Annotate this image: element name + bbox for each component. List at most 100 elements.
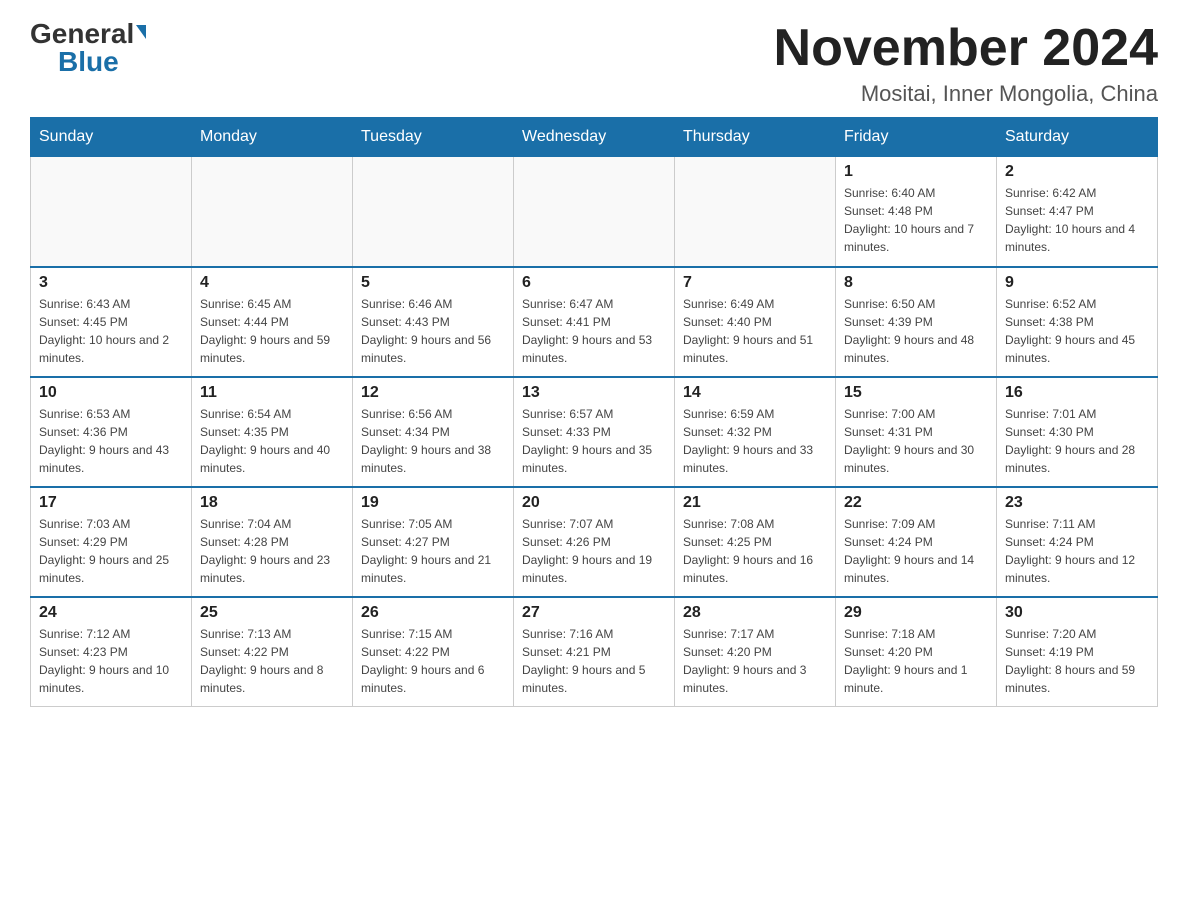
day-info: Sunrise: 6:50 AMSunset: 4:39 PMDaylight:… [844,295,988,367]
calendar-cell: 27 Sunrise: 7:16 AMSunset: 4:21 PMDayligh… [514,597,675,707]
location-title: Mositai, Inner Mongolia, China [774,81,1158,107]
calendar-cell: 28 Sunrise: 7:17 AMSunset: 4:20 PMDayligh… [675,597,836,707]
day-number: 2 [1005,163,1149,181]
day-info: Sunrise: 6:49 AMSunset: 4:40 PMDaylight:… [683,295,827,367]
day-number: 9 [1005,274,1149,292]
calendar-cell [675,157,836,267]
day-info: Sunrise: 7:09 AMSunset: 4:24 PMDaylight:… [844,515,988,587]
calendar-cell: 22Sunrise: 7:09 AMSunset: 4:24 PMDayligh… [836,487,997,597]
calendar-cell [353,157,514,267]
calendar-cell: 21Sunrise: 7:08 AMSunset: 4:25 PMDayligh… [675,487,836,597]
calendar-cell: 3 Sunrise: 6:43 AMSunset: 4:45 PMDaylight… [31,267,192,377]
logo: General Blue [30,20,146,76]
page-header: General Blue November 2024 Mositai, Inne… [30,20,1158,107]
calendar-cell: 2 Sunrise: 6:42 AMSunset: 4:47 PMDaylight… [997,157,1158,267]
day-number: 23 [1005,494,1149,512]
calendar-header-saturday: Saturday [997,118,1158,157]
calendar-cell: 19 Sunrise: 7:05 AMSunset: 4:27 PMDayligh… [353,487,514,597]
day-info: Sunrise: 7:13 AMSunset: 4:22 PMDaylight:… [200,625,344,697]
day-number: 17 [39,494,183,512]
day-number: 15 [844,384,988,402]
calendar-cell: 10 Sunrise: 6:53 AMSunset: 4:36 PMDayligh… [31,377,192,487]
calendar-cell: 6 Sunrise: 6:47 AMSunset: 4:41 PMDaylight… [514,267,675,377]
day-info: Sunrise: 6:43 AMSunset: 4:45 PMDaylight:… [39,295,183,367]
day-number: 6 [522,274,666,292]
calendar-header-thursday: Thursday [675,118,836,157]
day-info: Sunrise: 7:07 AMSunset: 4:26 PMDaylight:… [522,515,666,587]
day-number: 7 [683,274,827,292]
day-info: Sunrise: 6:59 AMSunset: 4:32 PMDaylight:… [683,405,827,477]
day-info: Sunrise: 6:54 AMSunset: 4:35 PMDaylight:… [200,405,344,477]
calendar-cell [514,157,675,267]
calendar-cell: 12Sunrise: 6:56 AMSunset: 4:34 PMDayligh… [353,377,514,487]
day-info: Sunrise: 6:57 AMSunset: 4:33 PMDaylight:… [522,405,666,477]
day-info: Sunrise: 6:47 AMSunset: 4:41 PMDaylight:… [522,295,666,367]
day-number: 11 [200,384,344,402]
calendar-cell: 26 Sunrise: 7:15 AMSunset: 4:22 PMDayligh… [353,597,514,707]
day-number: 12 [361,384,505,402]
day-info: Sunrise: 6:40 AMSunset: 4:48 PMDaylight:… [844,184,988,256]
day-info: Sunrise: 6:46 AMSunset: 4:43 PMDaylight:… [361,295,505,367]
day-number: 30 [1005,604,1149,622]
calendar-header-wednesday: Wednesday [514,118,675,157]
logo-general: General [30,20,134,48]
day-info: Sunrise: 6:42 AMSunset: 4:47 PMDaylight:… [1005,184,1149,256]
calendar-cell: 5 Sunrise: 6:46 AMSunset: 4:43 PMDaylight… [353,267,514,377]
title-section: November 2024 Mositai, Inner Mongolia, C… [774,20,1158,107]
calendar-cell: 4 Sunrise: 6:45 AMSunset: 4:44 PMDaylight… [192,267,353,377]
month-title: November 2024 [774,20,1158,77]
calendar-cell: 15 Sunrise: 7:00 AMSunset: 4:31 PMDayligh… [836,377,997,487]
day-number: 27 [522,604,666,622]
calendar-week-row: 17 Sunrise: 7:03 AMSunset: 4:29 PMDayligh… [31,487,1158,597]
day-number: 18 [200,494,344,512]
calendar-week-row: 10 Sunrise: 6:53 AMSunset: 4:36 PMDayligh… [31,377,1158,487]
day-number: 29 [844,604,988,622]
day-number: 4 [200,274,344,292]
day-number: 1 [844,163,988,181]
day-number: 3 [39,274,183,292]
calendar-cell: 23 Sunrise: 7:11 AMSunset: 4:24 PMDayligh… [997,487,1158,597]
day-info: Sunrise: 7:00 AMSunset: 4:31 PMDaylight:… [844,405,988,477]
calendar-header-sunday: Sunday [31,118,192,157]
logo-triangle-icon [136,25,146,39]
calendar-header-friday: Friday [836,118,997,157]
day-info: Sunrise: 6:45 AMSunset: 4:44 PMDaylight:… [200,295,344,367]
calendar-table: SundayMondayTuesdayWednesdayThursdayFrid… [30,117,1158,707]
day-number: 14 [683,384,827,402]
calendar-header-tuesday: Tuesday [353,118,514,157]
day-info: Sunrise: 6:53 AMSunset: 4:36 PMDaylight:… [39,405,183,477]
day-number: 25 [200,604,344,622]
day-info: Sunrise: 7:11 AMSunset: 4:24 PMDaylight:… [1005,515,1149,587]
day-info: Sunrise: 7:16 AMSunset: 4:21 PMDaylight:… [522,625,666,697]
calendar-cell: 9 Sunrise: 6:52 AMSunset: 4:38 PMDaylight… [997,267,1158,377]
calendar-week-row: 3 Sunrise: 6:43 AMSunset: 4:45 PMDaylight… [31,267,1158,377]
day-number: 21 [683,494,827,512]
calendar-cell: 29Sunrise: 7:18 AMSunset: 4:20 PMDayligh… [836,597,997,707]
day-number: 16 [1005,384,1149,402]
calendar-cell: 13 Sunrise: 6:57 AMSunset: 4:33 PMDayligh… [514,377,675,487]
day-number: 20 [522,494,666,512]
calendar-cell: 20 Sunrise: 7:07 AMSunset: 4:26 PMDayligh… [514,487,675,597]
day-info: Sunrise: 7:05 AMSunset: 4:27 PMDaylight:… [361,515,505,587]
day-info: Sunrise: 7:01 AMSunset: 4:30 PMDaylight:… [1005,405,1149,477]
day-number: 24 [39,604,183,622]
calendar-cell: 30Sunrise: 7:20 AMSunset: 4:19 PMDayligh… [997,597,1158,707]
day-info: Sunrise: 7:15 AMSunset: 4:22 PMDaylight:… [361,625,505,697]
day-number: 28 [683,604,827,622]
day-number: 13 [522,384,666,402]
day-number: 19 [361,494,505,512]
day-number: 8 [844,274,988,292]
day-info: Sunrise: 7:17 AMSunset: 4:20 PMDaylight:… [683,625,827,697]
calendar-cell [31,157,192,267]
day-info: Sunrise: 7:03 AMSunset: 4:29 PMDaylight:… [39,515,183,587]
calendar-cell: 8 Sunrise: 6:50 AMSunset: 4:39 PMDaylight… [836,267,997,377]
calendar-cell: 24Sunrise: 7:12 AMSunset: 4:23 PMDayligh… [31,597,192,707]
day-number: 10 [39,384,183,402]
calendar-cell: 1 Sunrise: 6:40 AMSunset: 4:48 PMDaylight… [836,157,997,267]
calendar-header-row: SundayMondayTuesdayWednesdayThursdayFrid… [31,118,1158,157]
day-number: 5 [361,274,505,292]
day-info: Sunrise: 6:52 AMSunset: 4:38 PMDaylight:… [1005,295,1149,367]
calendar-cell: 18Sunrise: 7:04 AMSunset: 4:28 PMDayligh… [192,487,353,597]
calendar-cell [192,157,353,267]
day-number: 26 [361,604,505,622]
